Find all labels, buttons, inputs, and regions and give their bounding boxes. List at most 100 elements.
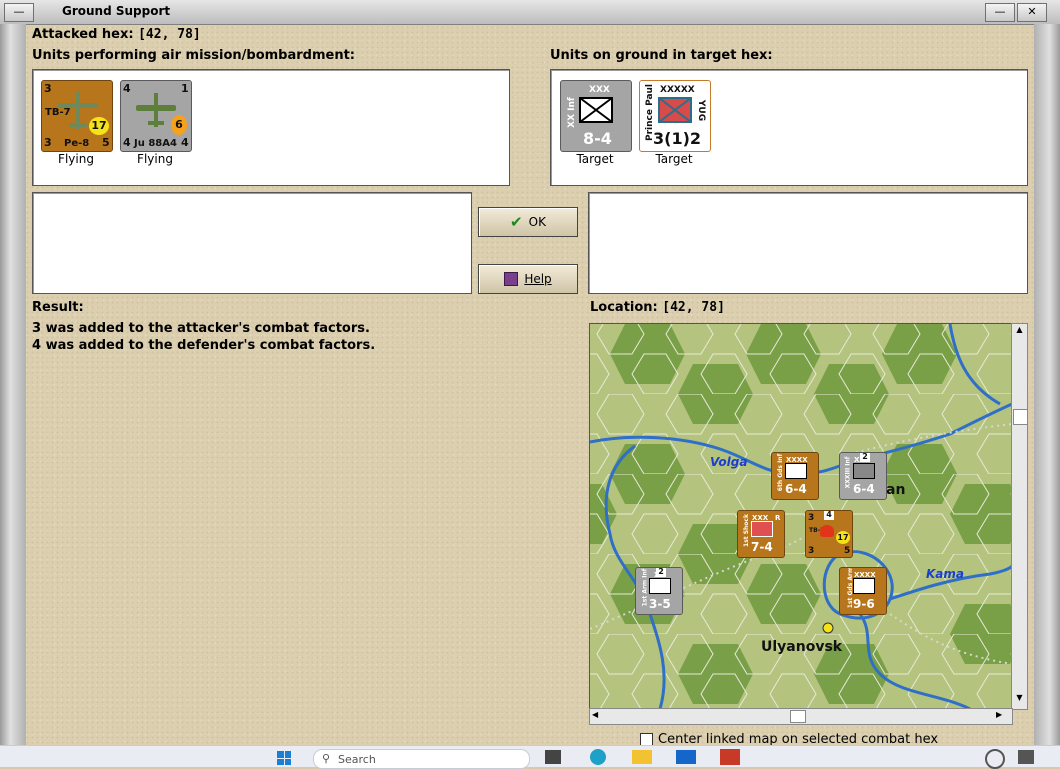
close-icon: ✕ [1027, 5, 1037, 18]
window-frame-left [0, 24, 26, 745]
air-unit-counter-ju88[interactable]: 4 1 4 Ju 88A4 4 6 [120, 80, 192, 152]
map-counter-6th-gds-inf[interactable]: XXXX 6th Gds Inf 6-4 [771, 452, 819, 500]
search-icon: ⚲ [322, 752, 331, 765]
game-app-icon[interactable] [720, 749, 740, 765]
pe8-defense-value: 3 [44, 136, 52, 149]
map-counter-xxxiii-inf[interactable]: XXX XXXIII Inf 6-4 2 [839, 452, 887, 500]
map-counter-1st-arm-inf[interactable]: XX 1st Arm Inf 3-5 2 [635, 567, 683, 615]
prince-paul-nation: YUG [696, 99, 707, 122]
minimize-button[interactable]: — [985, 3, 1015, 22]
infantry-symbol-icon [658, 97, 692, 123]
map-counter-top-left: 3 [808, 513, 815, 523]
infantry-symbol-icon [785, 463, 807, 479]
map-counter-tb7[interactable]: TB-7 3 3 5 17 4 [805, 510, 853, 558]
city-label-ulyanovsk: Ulyanovsk [761, 639, 843, 655]
help-book-icon [504, 272, 519, 286]
title-bar: — Ground Support — ✕ [0, 0, 1060, 25]
attacked-hex-label: Attacked hex: [42, 78] [32, 27, 201, 42]
map-counter-strength: 9-6 [853, 597, 875, 611]
scroll-down-icon[interactable]: ▼ [1013, 693, 1026, 705]
prince-paul-strength: 3(1)2 [653, 129, 702, 148]
result-line-attacker: 3 was added to the attacker's combat fac… [32, 321, 370, 336]
armor-symbol-icon [649, 578, 671, 594]
map-counter-strength: 6-4 [853, 482, 875, 496]
xx-inf-strength: 8-4 [583, 129, 612, 148]
help-label: Help [524, 272, 552, 286]
edge-browser-icon[interactable] [590, 749, 606, 765]
map-counter-1st-shock[interactable]: XXX R 1st Shock 7-4 [737, 510, 785, 558]
ok-label: OK [528, 215, 546, 229]
map-counter-strength: 7-4 [751, 540, 773, 554]
air-units-panel: 3 TB-7 3 Pe-8 5 17 Flying 4 1 4 Ju 88A4 [32, 69, 510, 186]
prince-paul-size: XXXXX [660, 85, 695, 95]
ju88-status: Flying [137, 152, 173, 166]
city-marker-icon [822, 622, 834, 634]
ground-support-window: — Ground Support — ✕ Attacked hex: [42, … [0, 0, 1060, 747]
map-view[interactable]: Volga Kama Ulyanovsk an XXXX 6th Gds Inf… [589, 323, 1013, 710]
map-counter-corner: R [775, 514, 781, 522]
map-counter-strength: 6-4 [785, 482, 807, 496]
result-line-defender: 4 was added to the defender's combat fac… [32, 338, 376, 353]
infantry-symbol-icon [751, 521, 773, 537]
taskbar-search-input[interactable]: ⚲ Search [313, 749, 530, 769]
armor-symbol-icon [853, 578, 875, 594]
prince-paul-status: Target [655, 152, 693, 166]
stack-count-badge: 2 [656, 568, 666, 577]
windows-start-icon[interactable] [277, 751, 291, 765]
map-counter-bottom-right: 5 [844, 546, 851, 556]
ju88-name: Ju 88A4 [134, 138, 177, 149]
ground-units-panel: XXX XX Inf 8-4 Target XXXXX Prince Paul … [550, 69, 1028, 186]
task-view-icon[interactable] [545, 750, 561, 764]
pe8-status: Flying [58, 152, 94, 166]
window-frame-right [1034, 24, 1060, 745]
map-counter-name: XXXIII Inf [844, 456, 852, 489]
checkmark-icon: ✔ [510, 213, 523, 231]
explosion-icon [820, 525, 834, 537]
ground-unit-counter-xx-inf[interactable]: XXX XX Inf 8-4 [560, 80, 632, 152]
mission-badge: 17 [836, 531, 850, 544]
ju88-top-right-value: 1 [181, 82, 189, 95]
ju88-range-value: 4 [181, 136, 189, 149]
xx-inf-size: XXX [589, 85, 610, 95]
stack-count-badge: 2 [860, 453, 870, 462]
river-label-volga: Volga [710, 455, 748, 469]
store-icon[interactable] [676, 750, 696, 764]
map-counter-bottom-left: 3 [808, 546, 815, 556]
defender-details-panel [588, 192, 1028, 294]
location-value: [42, 78] [662, 300, 725, 315]
system-menu-button[interactable]: — [4, 3, 34, 22]
refresh-icon[interactable] [985, 749, 1005, 769]
pe8-name: Pe-8 [64, 138, 90, 149]
river-label-kama: Kama [926, 567, 964, 581]
xx-inf-status: Target [576, 152, 614, 166]
tray-icon[interactable] [1018, 750, 1034, 764]
air-unit-counter-pe8[interactable]: 3 TB-7 3 Pe-8 5 17 [41, 80, 113, 152]
file-explorer-icon[interactable] [632, 750, 652, 764]
map-counter-1st-gds-arm[interactable]: XXXX 1st Gds Arm 9-6 [839, 567, 887, 615]
vertical-scroll-thumb[interactable] [1013, 409, 1028, 425]
result-label: Result: [32, 300, 84, 315]
ground-units-heading: Units on ground in target hex: [550, 48, 773, 63]
close-button[interactable]: ✕ [1017, 3, 1047, 22]
taskbar: ⚲ Search [0, 745, 1060, 769]
ok-button[interactable]: ✔ OK [478, 207, 578, 237]
ju88-defense-value: 4 [123, 136, 131, 149]
map-vertical-scrollbar[interactable]: ▲ ▼ [1011, 323, 1028, 710]
xx-inf-name: XX Inf [566, 97, 577, 128]
horizontal-scroll-thumb[interactable] [790, 710, 806, 723]
ground-unit-counter-prince-paul[interactable]: XXXXX Prince Paul YUG 3(1)2 [639, 80, 711, 152]
attacker-details-panel [32, 192, 472, 294]
air-units-heading: Units performing air mission/bombardment… [32, 48, 356, 63]
scroll-right-icon[interactable]: ▶ [996, 710, 1008, 723]
pe8-range-value: 5 [102, 136, 110, 149]
map-horizontal-scrollbar[interactable]: ◀ ▶ [589, 708, 1013, 725]
scroll-up-icon[interactable]: ▲ [1013, 325, 1026, 337]
ju88-attack-value: 4 [123, 82, 131, 95]
pe8-mission-badge: 17 [89, 117, 109, 135]
scroll-left-icon[interactable]: ◀ [592, 710, 604, 723]
infantry-symbol-icon [853, 463, 875, 479]
location-label: Location: [42, 78] [590, 300, 725, 315]
city-label-kazan: an [886, 482, 906, 498]
ju88-mission-badge: 6 [171, 115, 187, 135]
help-button[interactable]: Help [478, 264, 578, 294]
